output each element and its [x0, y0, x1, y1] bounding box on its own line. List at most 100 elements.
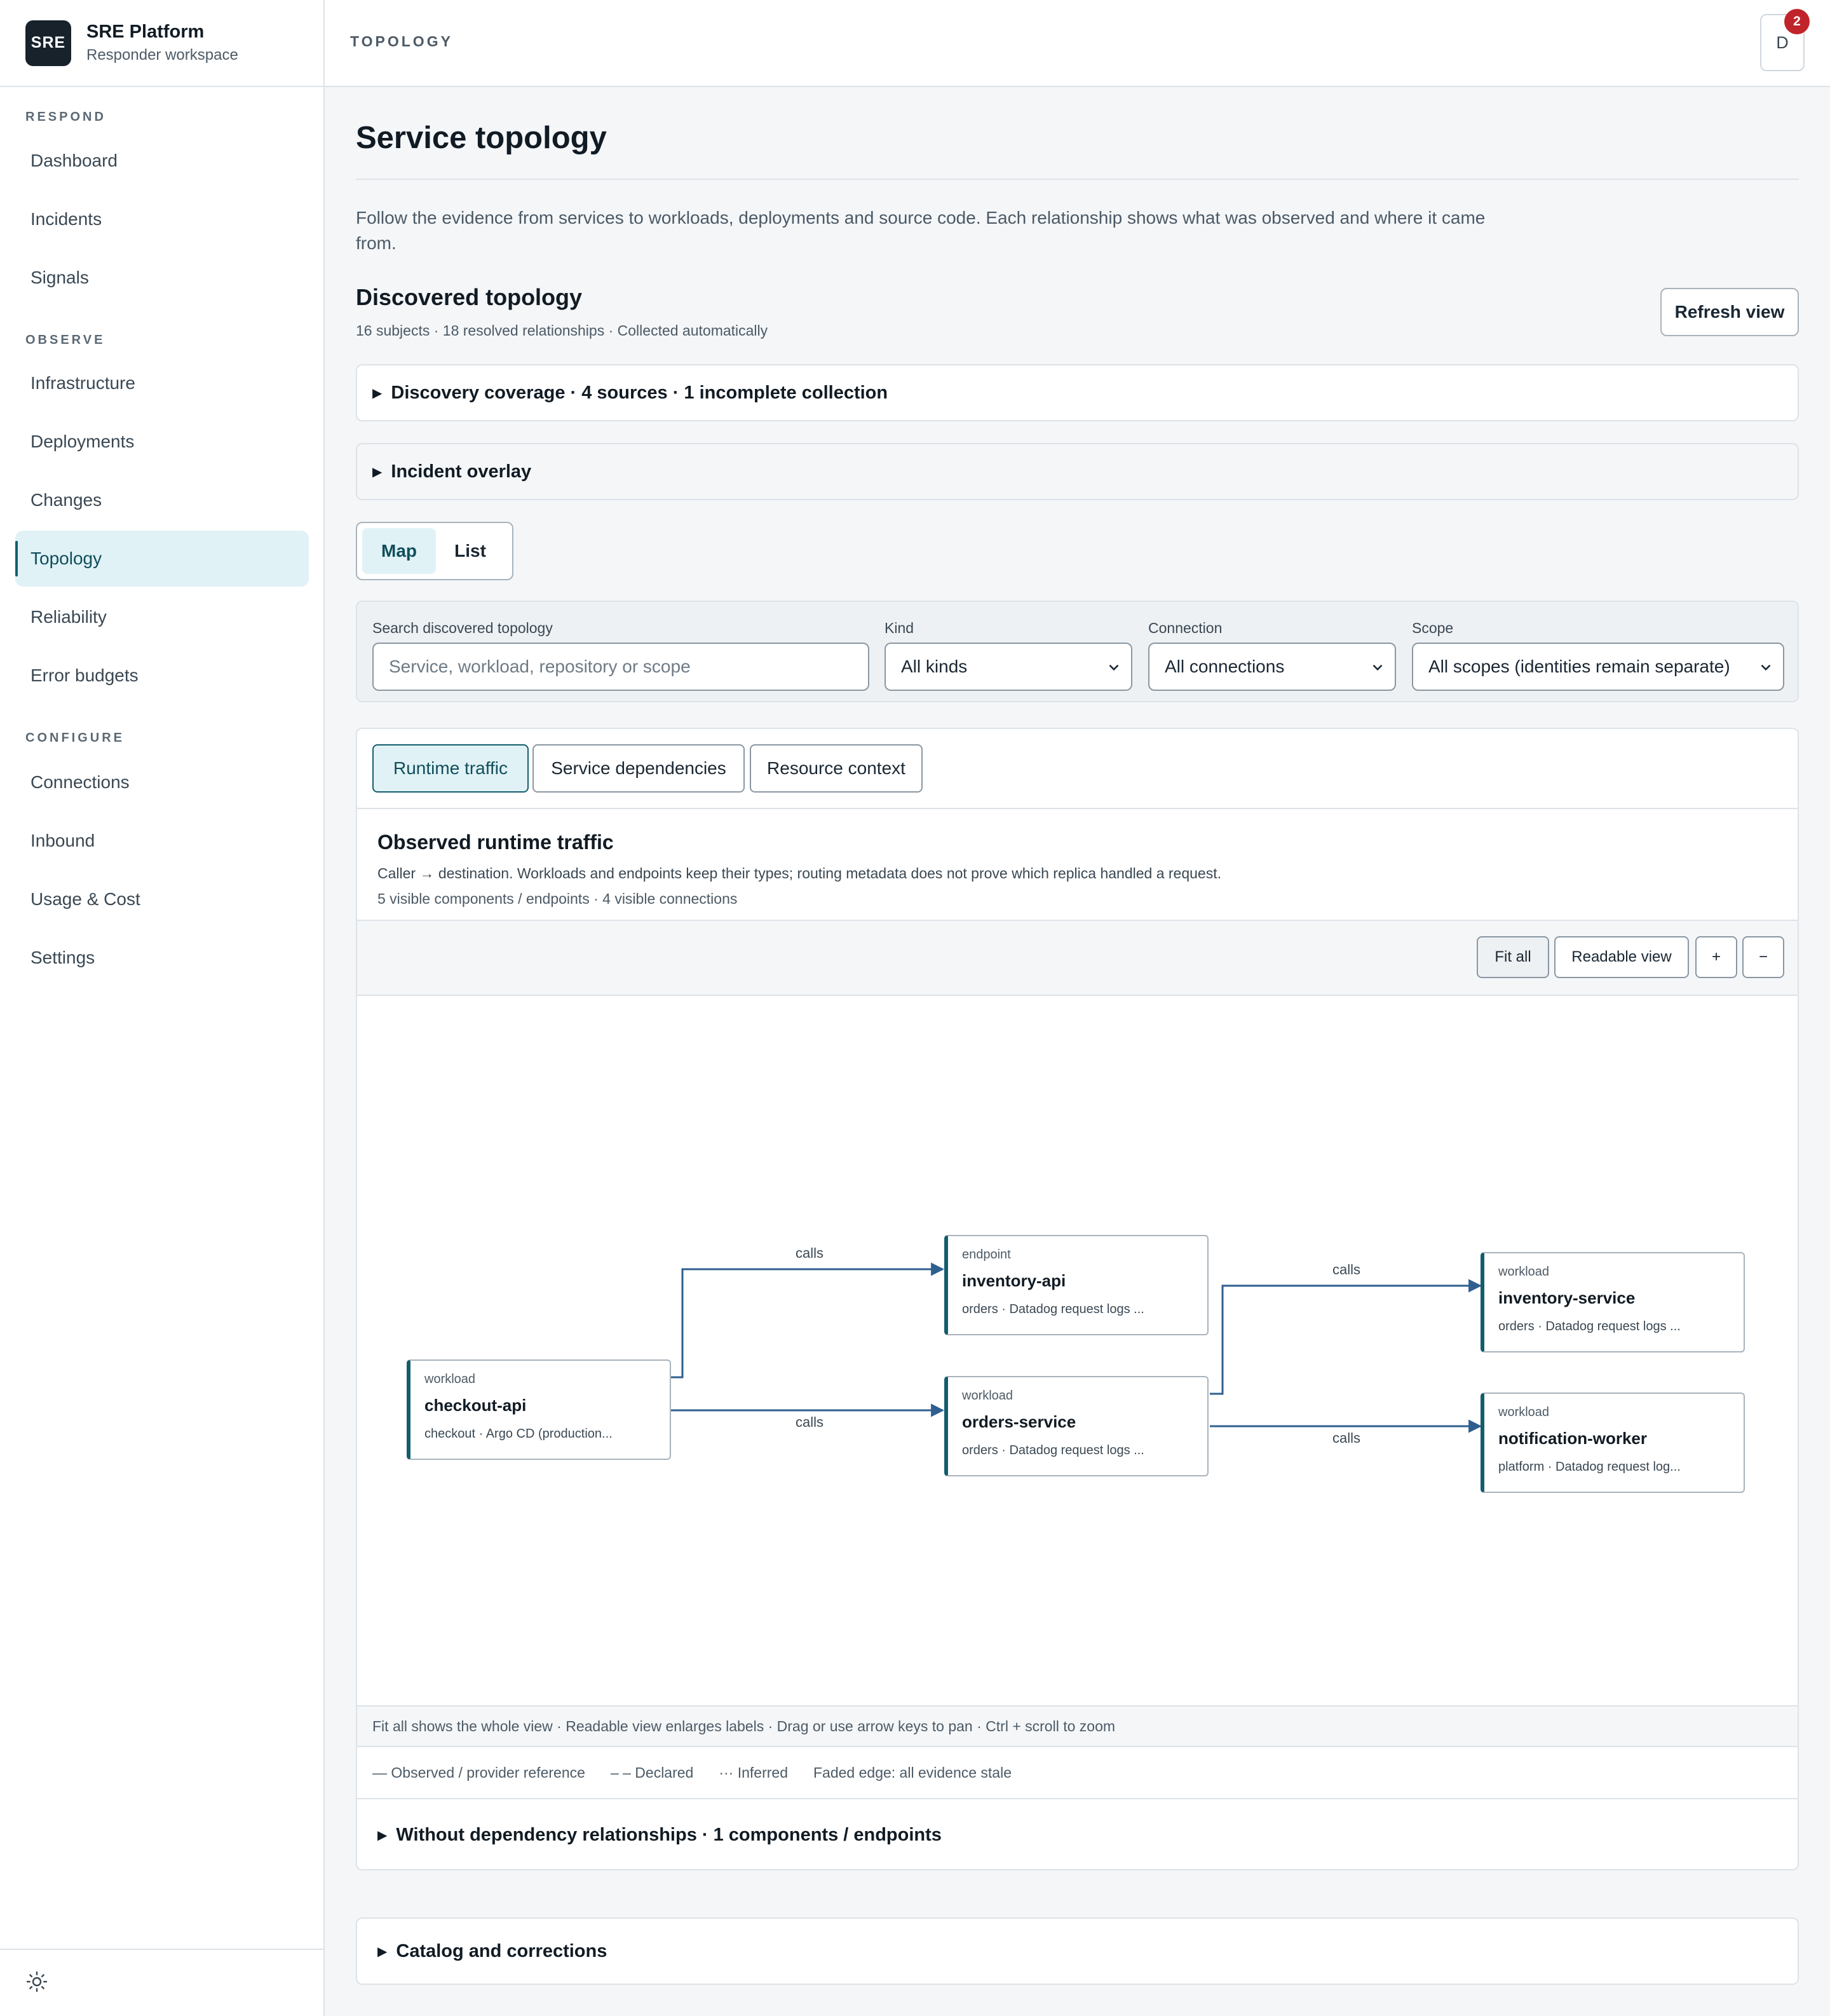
catalog-corrections-label: Catalog and corrections: [396, 1940, 607, 1961]
graph-meta: 5 visible components / endpoints · 4 vis…: [377, 890, 738, 907]
sun-icon[interactable]: [25, 1970, 48, 1996]
node-name: notification-worker: [1498, 1429, 1648, 1448]
tab-runtime-traffic[interactable]: Runtime traffic: [372, 744, 529, 793]
graph-legend: — Observed / provider reference – – Decl…: [357, 1747, 1798, 1799]
section-title: Discovered topology: [356, 284, 583, 310]
sidebar-item-inbound[interactable]: Inbound: [15, 813, 309, 869]
brand: SRE SRE Platform Responder workspace: [0, 0, 323, 87]
edge-orders-inventory-service[interactable]: [1210, 1279, 1482, 1395]
view-list-button[interactable]: List: [436, 528, 505, 574]
graph-hint: Fit all shows the whole view · Readable …: [357, 1705, 1798, 1747]
tab-resource-context[interactable]: Resource context: [750, 744, 923, 793]
sidebar-item-incidents[interactable]: Incidents: [15, 191, 309, 247]
sidebar-item-error-budgets[interactable]: Error budgets: [15, 648, 309, 704]
caret-right-icon: ▶: [372, 465, 383, 479]
breadcrumb: TOPOLOGY: [350, 33, 453, 50]
edge-label: calls: [796, 1414, 824, 1430]
sidebar-item-topology[interactable]: Topology: [15, 531, 309, 587]
node-name: checkout-api: [424, 1396, 527, 1415]
nav-section-respond: RESPOND: [25, 110, 106, 124]
brand-title: SRE Platform: [86, 22, 205, 42]
node-desc: checkout · Argo CD (production...: [424, 1427, 613, 1441]
graph-node[interactable]: endpoint inventory-api orders · Datadog …: [944, 1235, 1209, 1335]
scope-label: Scope: [1412, 620, 1454, 636]
graph-toolbar: Fit all Readable view + −: [357, 920, 1798, 996]
connection-select[interactable]: All connections: [1148, 643, 1396, 691]
legend-observed: — Observed / provider reference: [372, 1764, 585, 1781]
kind-value: All kinds: [901, 657, 968, 676]
readable-view-button[interactable]: Readable view: [1554, 936, 1689, 978]
node-kind: workload: [1498, 1265, 1550, 1279]
without-dependencies-label: Without dependency relationships · 1 com…: [396, 1824, 942, 1845]
kind-label: Kind: [884, 620, 914, 636]
discovery-coverage-toggle[interactable]: ▶ Discovery coverage · 4 sources · 1 inc…: [356, 364, 1799, 421]
tab-service-dependencies[interactable]: Service dependencies: [532, 744, 745, 793]
graph-node[interactable]: workload orders-service orders · Datadog…: [944, 1376, 1209, 1476]
sidebar-item-reliability[interactable]: Reliability: [15, 589, 309, 645]
node-desc: orders · Datadog request logs ...: [962, 1302, 1144, 1316]
incident-overlay-toggle[interactable]: ▶ Incident overlay: [356, 443, 1799, 500]
node-name: orders-service: [962, 1412, 1076, 1431]
sidebar-item-dashboard[interactable]: Dashboard: [15, 133, 309, 189]
scope-select[interactable]: All scopes (identities remain separate): [1412, 643, 1784, 691]
catalog-corrections-toggle[interactable]: ▶ Catalog and corrections: [356, 1917, 1799, 1985]
refresh-view-button[interactable]: Refresh view: [1660, 288, 1799, 336]
topology-graph-card: Runtime traffic Service dependencies Res…: [356, 728, 1799, 1870]
sidebar-item-changes[interactable]: Changes: [15, 472, 309, 528]
node-name: inventory-service: [1498, 1288, 1636, 1307]
edge-label: calls: [1332, 1262, 1360, 1277]
sidebar: SRE SRE Platform Responder workspace RES…: [0, 0, 325, 2016]
brand-subtitle: Responder workspace: [86, 46, 238, 64]
graph-tabs: Runtime traffic Service dependencies Res…: [357, 729, 1798, 809]
node-desc: orders · Datadog request logs ...: [962, 1443, 1144, 1457]
graph-canvas[interactable]: calls calls calls calls workload checkou…: [357, 996, 1798, 1705]
incident-overlay-label: Incident overlay: [391, 461, 532, 482]
section-meta: 16 subjects · 18 resolved relationships …: [356, 322, 768, 339]
caret-right-icon: ▶: [377, 1828, 388, 1842]
sidebar-item-infrastructure[interactable]: Infrastructure: [15, 355, 309, 411]
node-desc: platform · Datadog request log...: [1498, 1460, 1681, 1474]
page-intro: Follow the evidence from services to wor…: [356, 208, 1486, 253]
node-kind: endpoint: [962, 1248, 1011, 1262]
caret-right-icon: ▶: [377, 1944, 388, 1959]
page-title: Service topology: [356, 121, 607, 155]
legend-inferred: ··· Inferred: [719, 1764, 788, 1781]
avatar-button[interactable]: D 2: [1760, 9, 1810, 71]
node-kind: workload: [1498, 1405, 1550, 1419]
kind-select[interactable]: All kinds: [884, 643, 1132, 691]
graph-node[interactable]: workload inventory-service orders · Data…: [1481, 1252, 1745, 1352]
fit-all-button[interactable]: Fit all: [1477, 936, 1549, 978]
avatar-initial: D: [1776, 32, 1789, 52]
legend-declared: – – Declared: [610, 1764, 694, 1781]
graph-node[interactable]: workload notification-worker platform · …: [1481, 1393, 1745, 1493]
node-kind: workload: [962, 1389, 1013, 1403]
node-desc: orders · Datadog request logs ...: [1498, 1319, 1681, 1333]
discovery-coverage-label: Discovery coverage · 4 sources · 1 incom…: [391, 382, 888, 403]
nav-section-configure: CONFIGURE: [25, 731, 125, 745]
graph-title: Observed runtime traffic: [377, 831, 614, 854]
zoom-in-button[interactable]: +: [1695, 936, 1737, 978]
top-bar: TOPOLOGY D 2: [325, 0, 1830, 87]
zoom-out-button[interactable]: −: [1742, 936, 1784, 978]
sidebar-item-settings[interactable]: Settings: [15, 930, 309, 986]
sidebar-item-connections[interactable]: Connections: [15, 754, 309, 810]
sidebar-item-usage-cost[interactable]: Usage & Cost: [15, 871, 309, 927]
node-kind: workload: [424, 1372, 476, 1386]
without-dependencies-toggle[interactable]: ▶ Without dependency relationships · 1 c…: [357, 1799, 1798, 1869]
graph-node[interactable]: workload checkout-api checkout · Argo CD…: [407, 1359, 671, 1460]
caret-right-icon: ▶: [372, 386, 383, 400]
legend-faded: Faded edge: all evidence stale: [813, 1764, 1012, 1781]
sidebar-footer: [0, 1949, 323, 2016]
chevron-down-icon: [1109, 664, 1119, 671]
filter-bar: Search discovered topology Service, work…: [356, 601, 1799, 702]
search-input[interactable]: Service, workload, repository or scope: [372, 643, 869, 691]
edge-checkout-inventory-api[interactable]: [670, 1262, 945, 1379]
notification-badge: 2: [1784, 9, 1810, 34]
sidebar-item-deployments[interactable]: Deployments: [15, 414, 309, 470]
chevron-down-icon: [1761, 664, 1771, 671]
sidebar-item-signals[interactable]: Signals: [15, 250, 309, 306]
edge-label: calls: [796, 1245, 824, 1261]
connection-label: Connection: [1148, 620, 1223, 636]
search-label: Search discovered topology: [372, 620, 553, 636]
view-map-button[interactable]: Map: [362, 528, 436, 574]
